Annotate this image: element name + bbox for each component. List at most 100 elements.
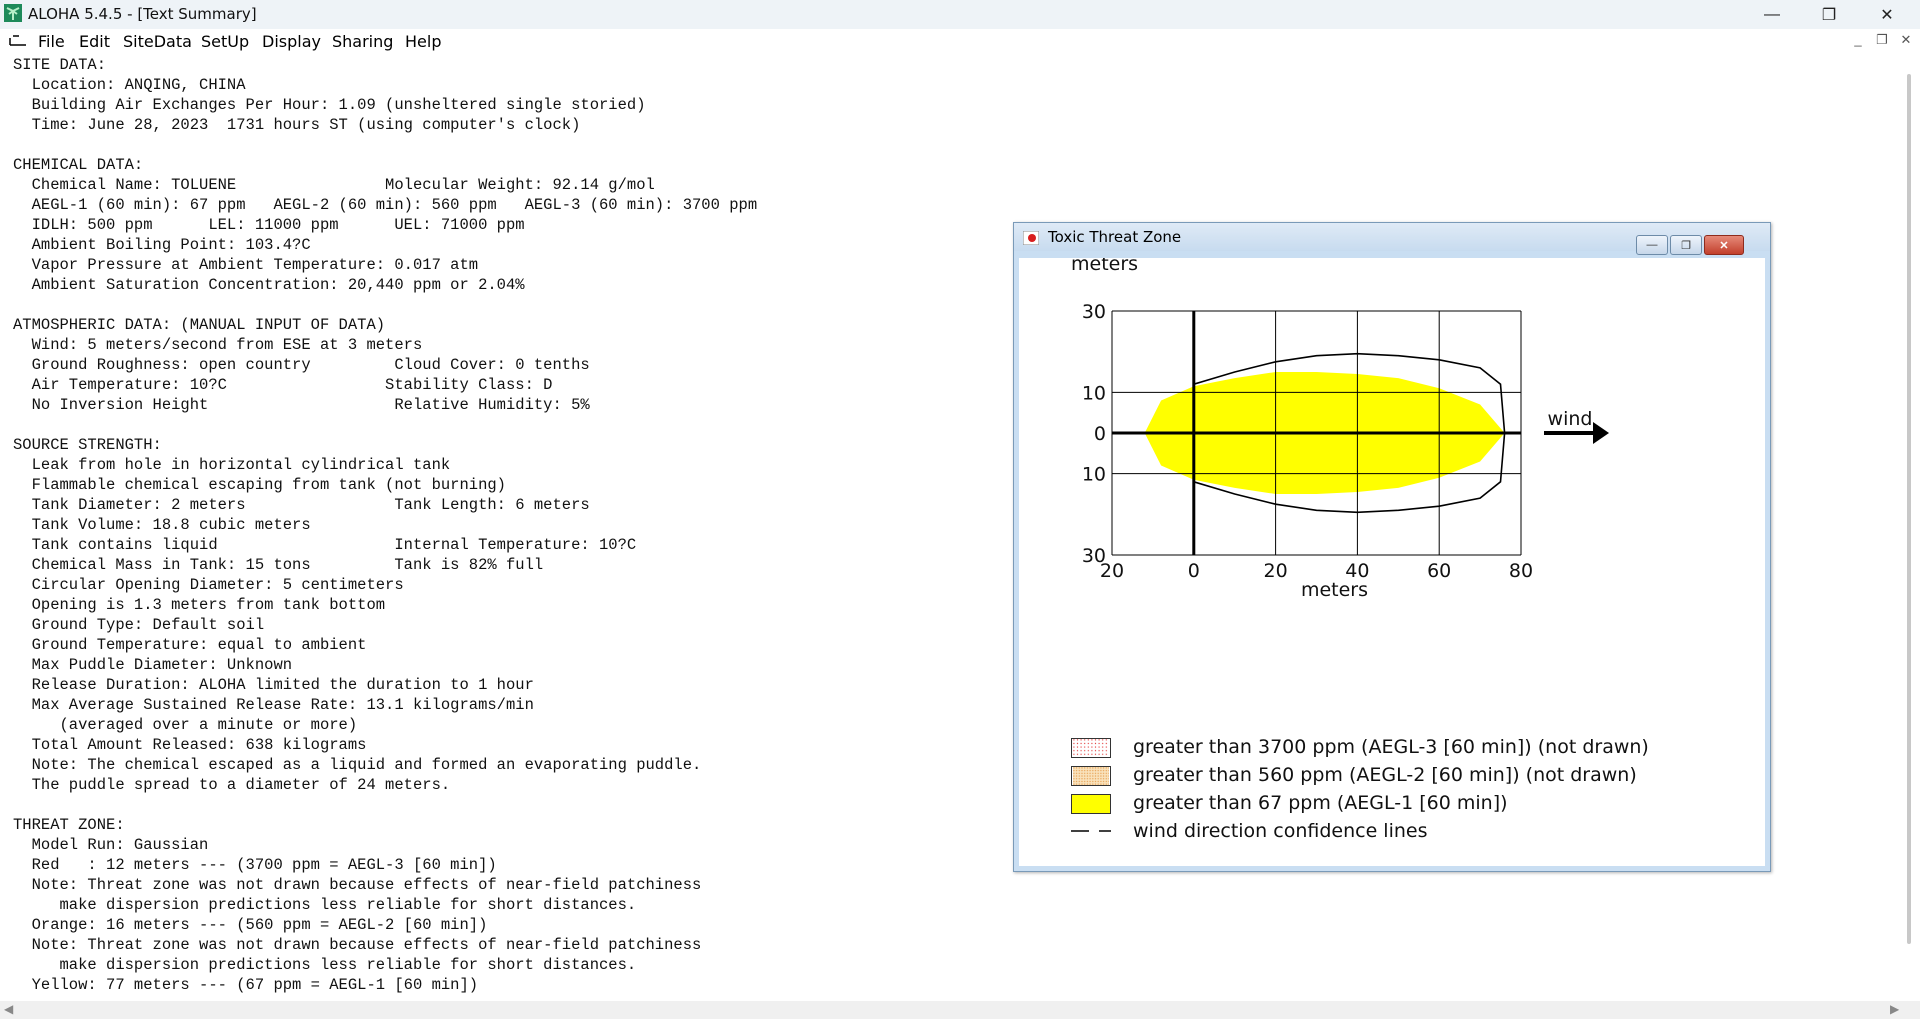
- summary-line: Note: The chemical escaped as a liquid a…: [13, 756, 702, 774]
- summary-line: Wind: 5 meters/second from ESE at 3 mete…: [13, 336, 423, 354]
- toxic-threat-zone-window: Toxic Threat Zone — ❐ ✕ 20 0 20 40 60 80 30 10 0…: [1013, 222, 1771, 872]
- palm-tree-icon: [4, 4, 22, 22]
- summary-line: Max Average Sustained Release Rate: 13.1…: [13, 696, 534, 714]
- summary-line: IDLH: 500 ppm LEL: 11000 ppm UEL: 71000 …: [13, 216, 525, 234]
- legend-label-confidence: wind direction confidence lines: [1133, 820, 1428, 842]
- threat-zone-icon: [1023, 231, 1039, 245]
- y-tick-label: 0: [1094, 423, 1106, 445]
- summary-line: Ambient Saturation Concentration: 20,440…: [13, 276, 525, 294]
- menu-edit[interactable]: Edit: [79, 32, 110, 51]
- summary-line: make dispersion predictions less reliabl…: [13, 956, 637, 974]
- summary-line: Ground Type: Default soil: [13, 616, 265, 634]
- y-tick-label: 30: [1082, 545, 1106, 567]
- menu-bar: File Edit SiteData SetUp Display Sharing…: [0, 29, 1920, 53]
- mdi-restore-button[interactable]: ❐: [1873, 32, 1891, 48]
- vertical-scroll-thumb[interactable]: [1907, 74, 1911, 944]
- threat-restore-button[interactable]: ❐: [1670, 235, 1702, 255]
- summary-line: Chemical Name: TOLUENE Molecular Weight:…: [13, 176, 655, 194]
- y-tick-label: 30: [1082, 301, 1106, 323]
- minimize-button[interactable]: —: [1749, 0, 1795, 29]
- summary-line: Max Puddle Diameter: Unknown: [13, 656, 293, 674]
- x-tick-label: 0: [1188, 560, 1200, 582]
- scroll-left-arrow-icon[interactable]: ◀: [4, 1002, 13, 1016]
- menu-file[interactable]: File: [38, 32, 65, 51]
- summary-line: THREAT ZONE:: [13, 816, 125, 834]
- summary-line: (averaged over a minute or more): [13, 716, 358, 734]
- wind-arrow-icon: [1593, 422, 1609, 444]
- summary-line: Yellow: 77 meters --- (67 ppm = AEGL-1 […: [13, 976, 479, 994]
- summary-line: Opening is 1.3 meters from tank bottom: [13, 596, 386, 614]
- x-axis-label: meters: [1301, 579, 1368, 601]
- summary-line: Ground Temperature: equal to ambient: [13, 636, 367, 654]
- summary-line: [13, 795, 757, 815]
- scroll-right-arrow-icon[interactable]: ▶: [1890, 1002, 1899, 1016]
- menu-display[interactable]: Display: [262, 32, 321, 51]
- summary-line: Model Run: Gaussian: [13, 836, 209, 854]
- document-menu-icon[interactable]: [8, 33, 28, 47]
- threat-window-title: Toxic Threat Zone: [1048, 228, 1182, 246]
- summary-line: [13, 295, 757, 315]
- summary-line: SITE DATA:: [13, 56, 107, 74]
- threat-window-titlebar[interactable]: Toxic Threat Zone — ❐ ✕: [1014, 223, 1770, 255]
- summary-line: Time: June 28, 2023 1731 hours ST (using…: [13, 116, 581, 134]
- legend-swatch-aegl3: [1071, 738, 1111, 758]
- summary-line: CHEMICAL DATA:: [13, 156, 144, 174]
- y-axis-label: meters: [1071, 258, 1138, 275]
- summary-line: Ambient Boiling Point: 103.4?C: [13, 236, 311, 254]
- summary-line: Release Duration: ALOHA limited the dura…: [13, 676, 534, 694]
- wind-label: wind: [1548, 408, 1593, 430]
- summary-line: Building Air Exchanges Per Hour: 1.09 (u…: [13, 96, 646, 114]
- maximize-button[interactable]: ❐: [1806, 0, 1852, 29]
- threat-zone-plot-area: 20 0 20 40 60 80 30 10 0 10 30 meters meters wind gre…: [1019, 258, 1765, 866]
- title-bar: ALOHA 5.4.5 - [Text Summary] — ❐ ✕: [0, 0, 1920, 29]
- close-button[interactable]: ✕: [1864, 0, 1910, 29]
- summary-line: Tank Diameter: 2 meters Tank Length: 6 m…: [13, 496, 590, 514]
- x-tick-label: 60: [1427, 560, 1451, 582]
- summary-line: Location: ANQING, CHINA: [13, 76, 246, 94]
- summary-line: ATMOSPHERIC DATA: (MANUAL INPUT OF DATA): [13, 316, 386, 334]
- y-tick-label: 10: [1082, 382, 1106, 404]
- legend-dashed-line-icon: [1071, 830, 1111, 832]
- summary-line: Chemical Mass in Tank: 15 tons Tank is 8…: [13, 556, 544, 574]
- summary-line: [13, 415, 757, 435]
- menu-setup[interactable]: SetUp: [201, 32, 249, 51]
- horizontal-scrollbar[interactable]: [0, 1001, 1920, 1019]
- summary-line: Tank contains liquid Internal Temperatur…: [13, 536, 637, 554]
- summary-line: Red : 12 meters --- (3700 ppm = AEGL-3 […: [13, 856, 497, 874]
- text-summary: SITE DATA: Location: ANQING, CHINA Build…: [13, 55, 757, 995]
- legend-label-aegl1: greater than 67 ppm (AEGL-1 [60 min]): [1133, 792, 1508, 814]
- mdi-close-button[interactable]: ✕: [1897, 32, 1915, 48]
- summary-line: Vapor Pressure at Ambient Temperature: 0…: [13, 256, 479, 274]
- legend-label-aegl3: greater than 3700 ppm (AEGL-3 [60 min]) …: [1133, 736, 1649, 758]
- summary-line: The puddle spread to a diameter of 24 me…: [13, 776, 451, 794]
- legend-swatch-aegl1: [1071, 794, 1111, 814]
- threat-minimize-button[interactable]: —: [1636, 235, 1668, 255]
- summary-line: Circular Opening Diameter: 5 centimeters: [13, 576, 404, 594]
- summary-line: No Inversion Height Relative Humidity: 5…: [13, 396, 590, 414]
- menu-sharing[interactable]: Sharing: [332, 32, 393, 51]
- summary-line: AEGL-1 (60 min): 67 ppm AEGL-2 (60 min):…: [13, 196, 758, 214]
- legend-swatch-aegl2: [1071, 766, 1111, 786]
- x-tick-label: 80: [1509, 560, 1533, 582]
- y-tick-label: 10: [1082, 464, 1106, 486]
- summary-line: Air Temperature: 10?C Stability Class: D: [13, 376, 553, 394]
- legend-label-aegl2: greater than 560 ppm (AEGL-2 [60 min]) (…: [1133, 764, 1637, 786]
- summary-line: Note: Threat zone was not drawn because …: [13, 876, 702, 894]
- summary-line: SOURCE STRENGTH:: [13, 436, 162, 454]
- summary-line: Ground Roughness: open country Cloud Cov…: [13, 356, 590, 374]
- summary-line: Orange: 16 meters --- (560 ppm = AEGL-2 …: [13, 916, 488, 934]
- summary-line: Tank Volume: 18.8 cubic meters: [13, 516, 311, 534]
- window-title: ALOHA 5.4.5 - [Text Summary]: [28, 5, 257, 23]
- menu-sitedata[interactable]: SiteData: [123, 32, 192, 51]
- summary-line: Total Amount Released: 638 kilograms: [13, 736, 367, 754]
- x-tick-label: 20: [1264, 560, 1288, 582]
- summary-line: Flammable chemical escaping from tank (n…: [13, 476, 506, 494]
- summary-line: Note: Threat zone was not drawn because …: [13, 936, 702, 954]
- summary-line: [13, 135, 757, 155]
- summary-line: make dispersion predictions less reliabl…: [13, 896, 637, 914]
- threat-close-button[interactable]: ✕: [1704, 235, 1744, 255]
- mdi-minimize-button[interactable]: _: [1849, 32, 1867, 47]
- menu-help[interactable]: Help: [405, 32, 441, 51]
- summary-line: Leak from hole in horizontal cylindrical…: [13, 456, 451, 474]
- vertical-scrollbar[interactable]: [1903, 55, 1920, 1001]
